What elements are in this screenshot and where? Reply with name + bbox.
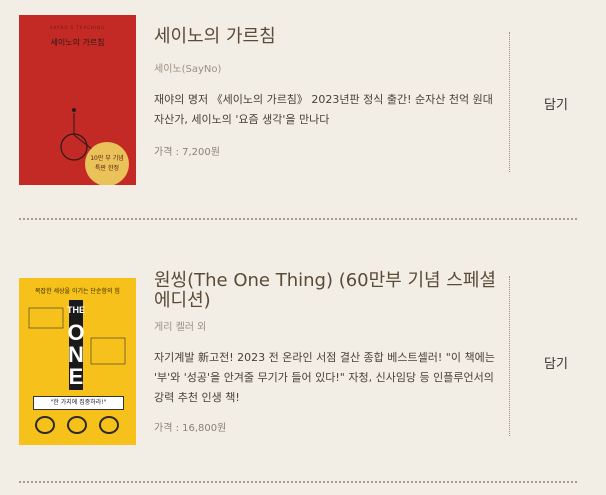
award-laurel-icon	[67, 416, 87, 434]
book-cover[interactable]: 복잡한 세상을 이기는 단순함의 힘 THE O N E "한 가지에 집중하라…	[19, 278, 136, 445]
award-laurel-icon	[99, 416, 119, 434]
award-laurel-icon	[35, 416, 55, 434]
svg-text:THE: THE	[67, 305, 85, 315]
divider	[509, 276, 510, 436]
book-description: 자기계발 新고전! 2023 전 온라인 서점 결산 종합 베스트셀러! "이 …	[154, 351, 495, 404]
add-to-cart-button[interactable]: 담기	[530, 353, 582, 372]
svg-text:E: E	[69, 364, 84, 389]
book-item: 복잡한 세상을 이기는 단순함의 힘 THE O N E "한 가지에 집중하라…	[0, 0, 606, 495]
book-author: 게리 켈러 외	[154, 322, 207, 333]
cover-ribbon: "한 가지에 집중하라!"	[33, 396, 124, 410]
book-price: 가격 : 16,800원	[154, 423, 227, 434]
book-title[interactable]: 원씽(The One Thing) (60만부 기념 스페셜 에디션)	[154, 271, 499, 311]
item-separator	[19, 481, 577, 483]
